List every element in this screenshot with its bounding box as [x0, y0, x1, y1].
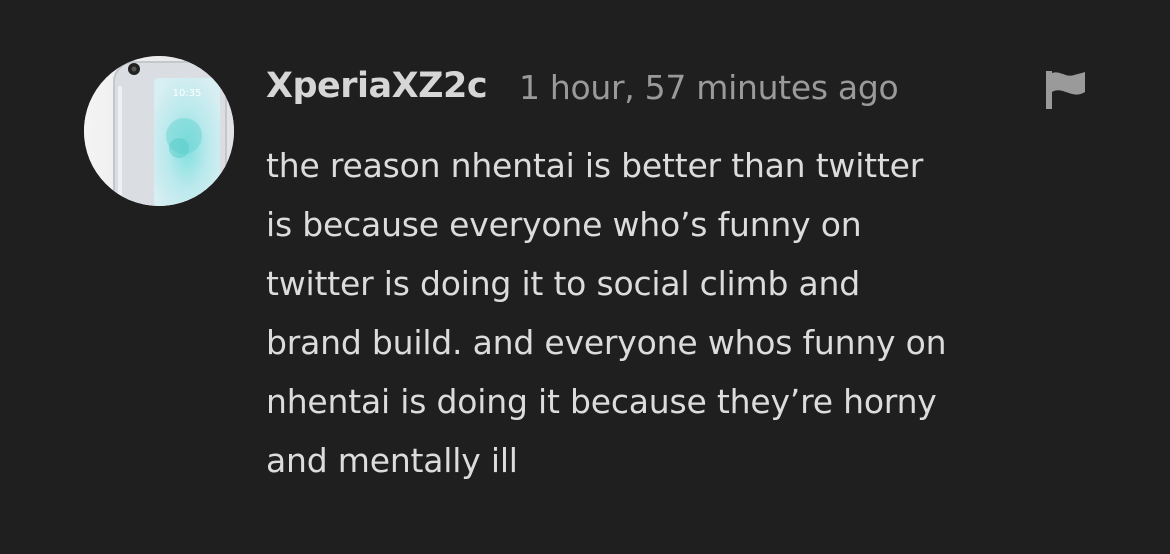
comment-line: twitter is doing it to social climb and: [266, 264, 860, 303]
comment-line: the reason nhentai is better than twitte…: [266, 146, 924, 185]
username[interactable]: XperiaXZ2c: [266, 64, 488, 108]
avatar-clock: 10:35: [173, 88, 202, 99]
comment-line: and mentally ill: [266, 441, 518, 480]
comment-line: is because everyone who’s funny on: [266, 205, 862, 244]
comment-body: the reason nhentai is better than twitte…: [266, 136, 1126, 490]
phone-image: 10:35: [84, 56, 234, 206]
comment: 10:35 XperiaXZ2c 1 hour, 57 minutes ago …: [0, 0, 1170, 554]
flag-icon[interactable]: [1044, 71, 1086, 109]
comment-line: brand build. and everyone whos funny on: [266, 323, 947, 362]
comment-line: nhentai is doing it because they’re horn…: [266, 382, 937, 421]
avatar[interactable]: 10:35: [84, 56, 234, 206]
timestamp[interactable]: 1 hour, 57 minutes ago: [519, 66, 899, 110]
